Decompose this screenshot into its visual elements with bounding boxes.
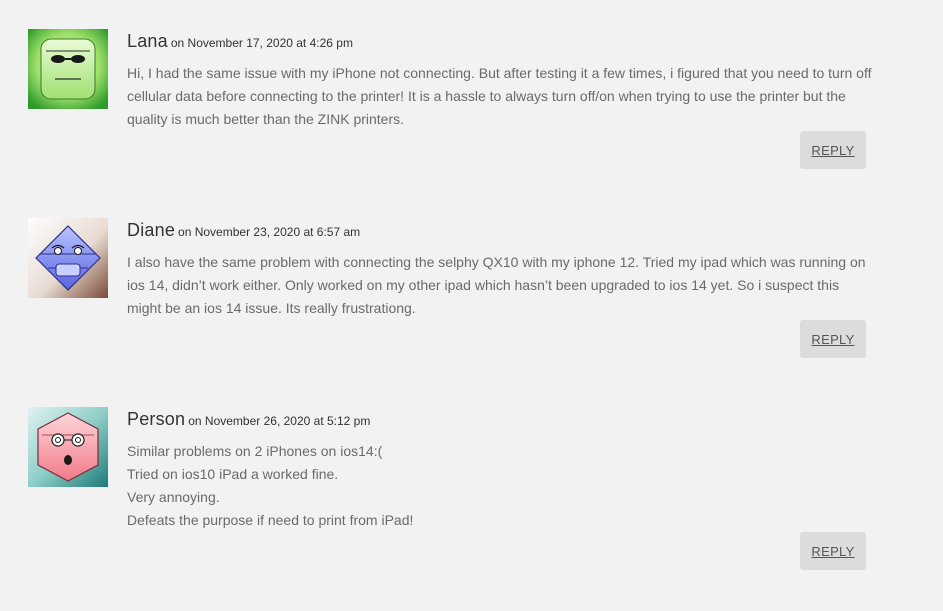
comment-author: Lana (127, 31, 168, 51)
comment-meta: Lana on November 17, 2020 at 4:26 pm (127, 31, 353, 52)
comment-date: on November 23, 2020 at 6:57 am (178, 225, 361, 239)
comment-date: on November 26, 2020 at 5:12 pm (188, 414, 371, 428)
comment-body: Hi, I had the same issue with my iPhone … (127, 62, 872, 131)
comment-text-line: I also have the same problem with connec… (127, 254, 866, 316)
comment-body: I also have the same problem with connec… (127, 251, 872, 320)
comment-meta: Person on November 26, 2020 at 5:12 pm (127, 409, 370, 430)
comment-text-line: Defeats the purpose if need to print fro… (127, 512, 414, 528)
comment-meta: Diane on November 23, 2020 at 6:57 am (127, 220, 360, 241)
green-face-avatar-icon (28, 29, 108, 109)
comment-author: Diane (127, 220, 176, 240)
blue-diamond-avatar-icon (28, 218, 108, 298)
comment-text-line: Similar problems on 2 iPhones on ios14:( (127, 443, 383, 459)
comment-text-line: Tried on ios10 iPad a worked fine. (127, 466, 339, 482)
comment-body: Similar problems on 2 iPhones on ios14:(… (127, 440, 872, 532)
comment-author: Person (127, 409, 186, 429)
comment-date: on November 17, 2020 at 4:26 pm (170, 36, 353, 50)
comment-text-line: Hi, I had the same issue with my iPhone … (127, 65, 872, 127)
reply-button[interactable]: REPLY (800, 320, 866, 358)
reply-button[interactable]: REPLY (800, 532, 866, 570)
comment-text-line: Very annoying. (127, 489, 220, 505)
reply-button[interactable]: REPLY (800, 131, 866, 169)
pink-hexagon-avatar-icon (28, 407, 108, 487)
